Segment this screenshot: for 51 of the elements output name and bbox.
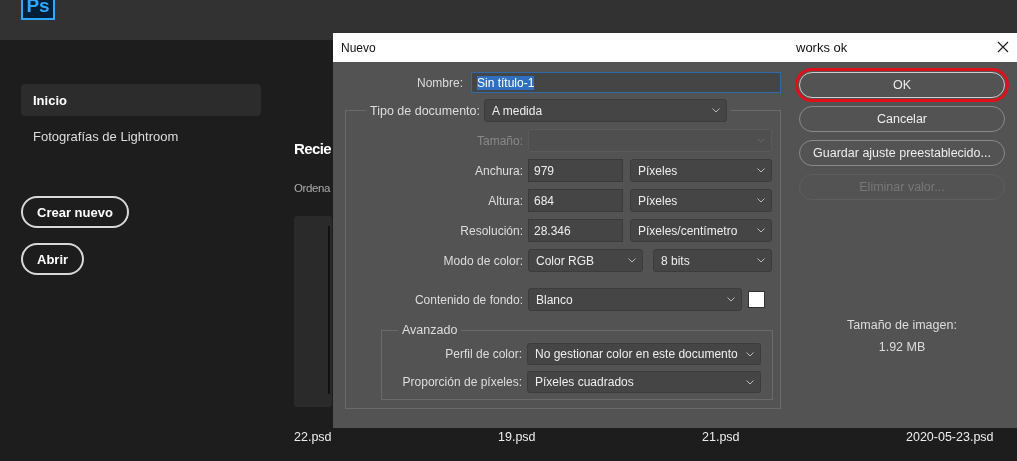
chevron-icon	[757, 258, 765, 263]
select-field[interactable]: 8 bits	[653, 249, 772, 272]
unit-select[interactable]: Píxeles/centímetro	[630, 219, 772, 242]
name-field[interactable]: Sin título-1	[471, 72, 781, 93]
field-label: Contenido de fondo:	[413, 292, 523, 307]
group-legend: Avanzado	[398, 323, 462, 337]
section-title: Recie	[294, 140, 332, 159]
field-label: Nombre:	[416, 75, 463, 90]
chevron-icon	[746, 379, 754, 385]
field-label: Anchura:	[473, 163, 523, 178]
chevron-icon	[757, 198, 765, 203]
number-field[interactable]: 979	[528, 159, 623, 182]
select-field[interactable]: A medida	[484, 99, 728, 122]
color-swatch[interactable]	[748, 291, 765, 308]
chevron-icon	[727, 297, 735, 302]
image-size-value: 1.92 MB	[877, 340, 927, 354]
sort-label: Ordena	[294, 182, 330, 194]
unit-select[interactable]: Píxeles	[630, 159, 772, 182]
chevron-icon	[712, 108, 721, 113]
select-field[interactable]: No gestionar color en este documento	[527, 343, 761, 365]
file-thumbnail[interactable]	[294, 216, 332, 407]
select-field[interactable]: Píxeles cuadrados	[527, 371, 761, 393]
sidebar-item[interactable]: Fotografías de Lightroom	[21, 120, 261, 152]
action-button[interactable]: Crear nuevo	[21, 196, 129, 228]
number-field[interactable]: 684	[528, 189, 623, 212]
chevron-icon	[746, 351, 754, 357]
file-name[interactable]: 2020-05-23.psd	[906, 430, 1016, 444]
field-label: Altura:	[487, 193, 523, 208]
select-field[interactable]: Color RGB	[528, 249, 643, 272]
field-label: Proporción de píxeles:	[401, 375, 522, 389]
window-caption: works ok	[796, 40, 848, 55]
dialog-button[interactable]: Guardar ajuste preestablecido...	[799, 140, 1005, 166]
image-size-label: Tamaño de imagen:	[846, 318, 958, 332]
field-label: Tipo de documento:	[370, 103, 481, 118]
file-name[interactable]: 22.psd	[294, 430, 498, 444]
file-name[interactable]: 19.psd	[498, 430, 702, 444]
field-label: Perfil de color:	[444, 347, 522, 361]
file-name[interactable]: 21.psd	[702, 430, 906, 444]
chevron-icon	[628, 258, 636, 263]
close-icon[interactable]	[997, 41, 1009, 53]
dialog-button[interactable]: Cancelar	[799, 106, 1005, 132]
action-button[interactable]: Abrir	[21, 243, 85, 275]
sidebar-item[interactable]: Inicio	[21, 84, 261, 116]
dialog-title: Nuevo	[341, 40, 376, 55]
chevron-icon	[757, 168, 765, 173]
field-label: Modo de color:	[442, 253, 523, 268]
unit-select[interactable]: Píxeles	[630, 189, 772, 212]
chevron-icon	[757, 228, 765, 233]
select-field[interactable]: Blanco	[528, 288, 742, 311]
number-field[interactable]: 28.346	[528, 219, 623, 242]
field-label: Resolución:	[459, 223, 523, 238]
